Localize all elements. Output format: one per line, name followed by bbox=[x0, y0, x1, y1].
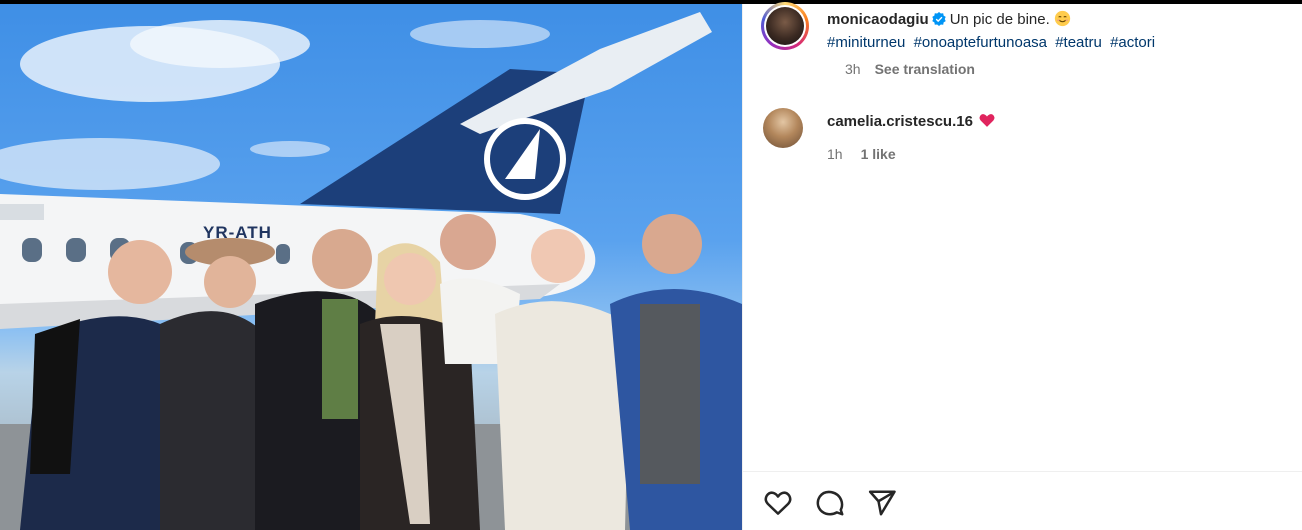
see-translation-button[interactable]: See translation bbox=[875, 61, 975, 77]
hashtag-link[interactable]: #actori bbox=[1110, 34, 1155, 51]
post-caption: monicaodagiu Un pic de bine. #miniturneu… bbox=[827, 8, 1297, 54]
share-icon[interactable] bbox=[867, 488, 897, 518]
hashtag-link[interactable]: #miniturneu bbox=[827, 34, 905, 51]
hashtag-link[interactable]: #teatru bbox=[1055, 34, 1102, 51]
post-actions bbox=[763, 488, 897, 518]
caption-text: Un pic de bine. bbox=[949, 11, 1050, 28]
heart-icon[interactable] bbox=[763, 488, 793, 518]
hashtag-list: #miniturneu #onoaptefurtunoasa #teatru #… bbox=[827, 34, 1159, 51]
hashtag-link[interactable]: #onoaptefurtunoasa bbox=[914, 34, 1047, 51]
verified-badge-icon bbox=[931, 12, 946, 26]
smiling-face-icon bbox=[1054, 10, 1070, 27]
post-photo[interactable]: YR-ATH bbox=[0, 4, 742, 530]
actions-divider bbox=[743, 471, 1302, 472]
comment-time[interactable]: 1h bbox=[827, 146, 843, 162]
post-side-panel: monicaodagiu Un pic de bine. #miniturneu… bbox=[742, 2, 1302, 530]
commenter-avatar[interactable] bbox=[763, 108, 803, 148]
commenter-username[interactable]: camelia.cristescu.16 bbox=[827, 113, 973, 130]
comment-body: camelia.cristescu.16 bbox=[827, 112, 995, 132]
comment-icon[interactable] bbox=[815, 488, 845, 518]
red-heart-icon bbox=[979, 114, 995, 127]
caption-meta: 3h See translation bbox=[845, 61, 975, 77]
post-time[interactable]: 3h bbox=[845, 61, 861, 77]
author-username[interactable]: monicaodagiu bbox=[827, 11, 929, 28]
photo-illustration: YR-ATH bbox=[0, 12, 742, 530]
comment-meta: 1h 1 like bbox=[827, 146, 896, 162]
comment-likes[interactable]: 1 like bbox=[861, 146, 896, 162]
aircraft-registration: YR-ATH bbox=[203, 223, 272, 242]
author-avatar[interactable] bbox=[761, 2, 809, 50]
